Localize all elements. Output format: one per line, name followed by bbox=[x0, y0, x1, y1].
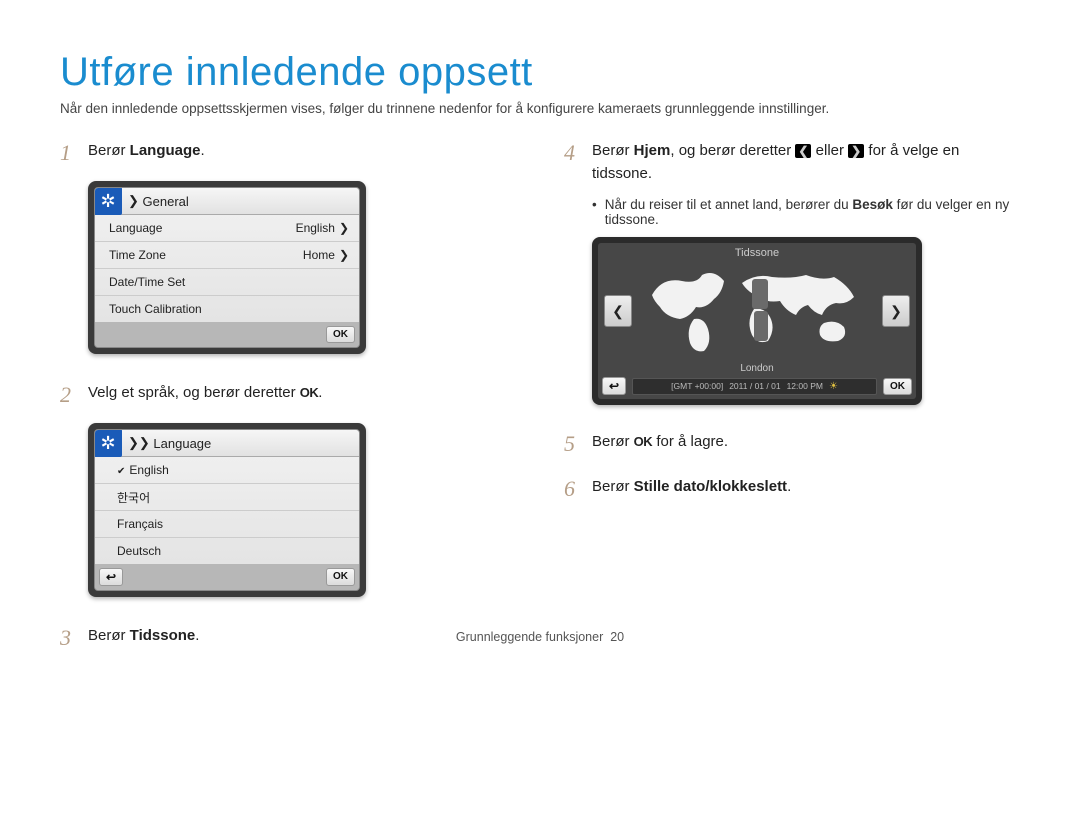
screen-timezone: Tidssone ❮ bbox=[592, 237, 922, 405]
step-strong: Language bbox=[130, 142, 201, 159]
gear-icon: ✲ bbox=[94, 429, 122, 457]
world-map-icon bbox=[642, 265, 872, 357]
step-number: 5 bbox=[564, 427, 582, 460]
step-text: Berør bbox=[592, 142, 634, 159]
ok-button[interactable]: OK bbox=[326, 568, 355, 586]
step-text: Velg et språk, og berør deretter bbox=[88, 384, 300, 401]
step-text: Berør bbox=[592, 433, 634, 450]
screen-header-text: General bbox=[143, 194, 189, 209]
gear-icon: ✲ bbox=[94, 187, 122, 215]
timezone-city: London bbox=[598, 363, 916, 374]
language-option-korean[interactable]: 한국어 bbox=[95, 484, 359, 511]
screen-general: ✲ ❯ General Language English❯ Time Zone … bbox=[88, 181, 366, 354]
step-2: 2 Velg et språk, og berør deretter OK. bbox=[60, 378, 516, 411]
language-option-english[interactable]: ✔English bbox=[95, 457, 359, 484]
screen-language: ✲ ❯❯ Language ✔English 한국어 Français bbox=[88, 423, 366, 597]
step-text: Berør bbox=[592, 478, 634, 495]
back-button[interactable]: ↩ bbox=[602, 377, 626, 395]
step-5: 5 Berør OK for å lagre. bbox=[564, 427, 1020, 460]
step-1: 1 Berør Language. bbox=[60, 136, 516, 169]
menu-item-language[interactable]: Language English❯ bbox=[95, 215, 359, 242]
step-number: 6 bbox=[564, 472, 582, 505]
language-option-french[interactable]: Français bbox=[95, 511, 359, 538]
back-button[interactable]: ↩ bbox=[99, 568, 123, 586]
chevron-right-icon: ❯ bbox=[339, 248, 349, 262]
ok-glyph-icon: OK bbox=[300, 383, 319, 403]
timezone-prev-button[interactable]: ❮ bbox=[604, 295, 632, 327]
step-strong: Stille dato/klokkeslett bbox=[634, 478, 787, 495]
menu-item-datetime[interactable]: Date/Time Set bbox=[95, 269, 359, 296]
screen-header-text: Language bbox=[153, 436, 211, 451]
step-text: Berør bbox=[88, 142, 130, 159]
header-chevron-icon: ❯ bbox=[128, 193, 139, 209]
right-chevron-icon: ❯ bbox=[848, 144, 864, 158]
menu-item-timezone[interactable]: Time Zone Home❯ bbox=[95, 242, 359, 269]
sun-icon: ☀ bbox=[829, 381, 838, 392]
step-strong: Hjem bbox=[634, 142, 671, 159]
header-chevron-icon: ❯❯ bbox=[128, 435, 150, 451]
intro-text: Når den innledende oppsettsskjermen vise… bbox=[60, 101, 1020, 116]
step-number: 2 bbox=[60, 378, 78, 411]
ok-glyph-icon: OK bbox=[634, 432, 653, 452]
check-icon: ✔ bbox=[117, 466, 125, 477]
timezone-next-button[interactable]: ❯ bbox=[882, 295, 910, 327]
language-option-german[interactable]: Deutsch bbox=[95, 538, 359, 564]
timezone-info: [GMT +00:00] 2011 / 01 / 01 12:00 PM ☀ bbox=[632, 378, 877, 395]
timezone-title: Tidssone bbox=[598, 247, 916, 259]
ok-button[interactable]: OK bbox=[883, 378, 912, 395]
step-number: 1 bbox=[60, 136, 78, 169]
page-footer: Grunnleggende funksjoner 20 bbox=[0, 630, 1080, 644]
page-title: Utføre innledende oppsett bbox=[60, 50, 1020, 95]
step-4-note: Når du reiser til et annet land, berører… bbox=[592, 197, 1020, 227]
left-chevron-icon: ❮ bbox=[795, 144, 811, 158]
step-6: 6 Berør Stille dato/klokkeslett. bbox=[564, 472, 1020, 505]
menu-item-touch-calibration[interactable]: Touch Calibration bbox=[95, 296, 359, 322]
step-4: 4 Berør Hjem, og berør deretter ❮ eller … bbox=[564, 136, 1020, 185]
chevron-right-icon: ❯ bbox=[339, 221, 349, 235]
step-number: 4 bbox=[564, 136, 582, 185]
ok-button[interactable]: OK bbox=[326, 326, 355, 343]
